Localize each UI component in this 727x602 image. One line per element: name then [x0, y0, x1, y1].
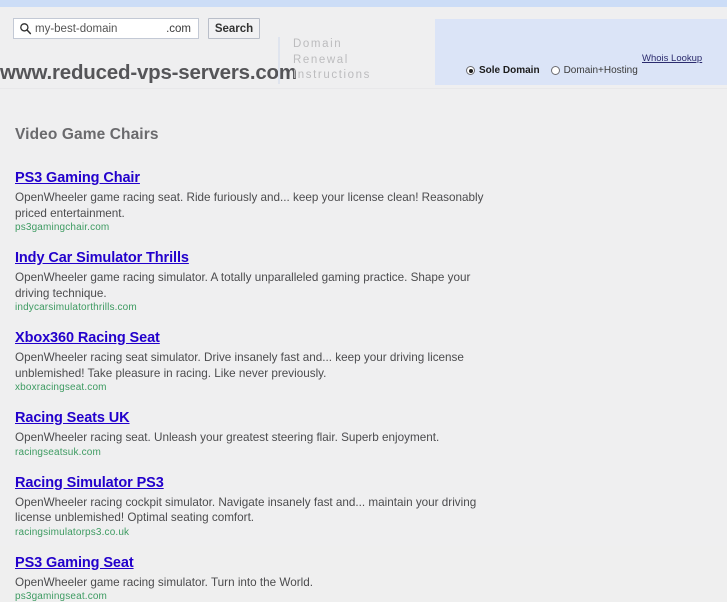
radio-dot-icon: [551, 66, 560, 75]
result-description: OpenWheeler game racing simulator. A tot…: [15, 270, 485, 301]
list-item: Racing Simulator PS3 OpenWheeler racing …: [15, 474, 515, 538]
domain-search-input[interactable]: [35, 23, 145, 35]
search-button[interactable]: Search: [208, 18, 260, 39]
whois-lookup-link[interactable]: Whois Lookup: [642, 53, 702, 64]
result-title-link[interactable]: Xbox360 Racing Seat: [15, 330, 160, 346]
list-item: PS3 Gaming Chair OpenWheeler game racing…: [15, 169, 515, 233]
top-accent-strip: [0, 0, 727, 7]
main-content: Video Game Chairs PS3 Gaming Chair OpenW…: [0, 89, 727, 546]
radio-label-domain-hosting: Domain+Hosting: [564, 65, 638, 76]
domain-search-row: .com Search: [13, 18, 260, 39]
renewal-line-1: Domain: [293, 37, 371, 53]
radio-label-sole-domain: Sole Domain: [479, 65, 540, 76]
renewal-line-2: Renewal: [293, 53, 371, 69]
result-url: ps3gamingseat.com: [15, 591, 515, 602]
radio-option-domain-hosting[interactable]: Domain+Hosting: [551, 65, 638, 76]
site-domain-title: www.reduced-vps-servers.com: [0, 61, 297, 84]
result-url: indycarsimulatorthrills.com: [15, 302, 515, 313]
renewal-line-3: Instructions: [293, 68, 371, 84]
result-url: ps3gamingchair.com: [15, 222, 515, 233]
result-title-link[interactable]: Racing Simulator PS3: [15, 475, 164, 491]
search-mode-radio-group: Sole Domain Domain+Hosting: [466, 65, 649, 76]
domain-renewal-instructions: Domain Renewal Instructions: [278, 37, 371, 84]
radio-option-sole-domain[interactable]: Sole Domain: [466, 65, 540, 76]
result-description: OpenWheeler racing seat. Unleash your gr…: [15, 430, 485, 446]
result-description: OpenWheeler game racing simulator. Turn …: [15, 575, 485, 591]
radio-dot-icon: [466, 66, 475, 75]
page-header: www.reduced-vps-servers.com Domain Renew…: [0, 7, 727, 89]
result-url: racingsimulatorps3.co.uk: [15, 527, 515, 538]
list-item: Racing Seats UK OpenWheeler racing seat.…: [15, 409, 515, 458]
brand-block: www.reduced-vps-servers.com: [0, 61, 297, 85]
result-title-link[interactable]: PS3 Gaming Seat: [15, 555, 134, 571]
list-item: Indy Car Simulator Thrills OpenWheeler g…: [15, 249, 515, 313]
result-title-link[interactable]: Indy Car Simulator Thrills: [15, 250, 189, 266]
result-url: racingseatsuk.com: [15, 447, 515, 458]
domain-search-field[interactable]: .com: [13, 18, 199, 39]
result-list: PS3 Gaming Chair OpenWheeler game racing…: [15, 169, 727, 602]
tld-suffix-label: .com: [166, 23, 191, 35]
result-title-link[interactable]: PS3 Gaming Chair: [15, 170, 140, 186]
list-item: Xbox360 Racing Seat OpenWheeler racing s…: [15, 329, 515, 393]
list-item: PS3 Gaming Seat OpenWheeler game racing …: [15, 554, 515, 602]
result-title-link[interactable]: Racing Seats UK: [15, 410, 130, 426]
result-url: xboxracingseat.com: [15, 382, 515, 393]
result-description: OpenWheeler game racing seat. Ride furio…: [15, 190, 485, 221]
result-description: OpenWheeler racing seat simulator. Drive…: [15, 350, 485, 381]
search-icon: [19, 22, 32, 35]
page-title: Video Game Chairs: [15, 89, 727, 144]
result-description: OpenWheeler racing cockpit simulator. Na…: [15, 495, 485, 526]
